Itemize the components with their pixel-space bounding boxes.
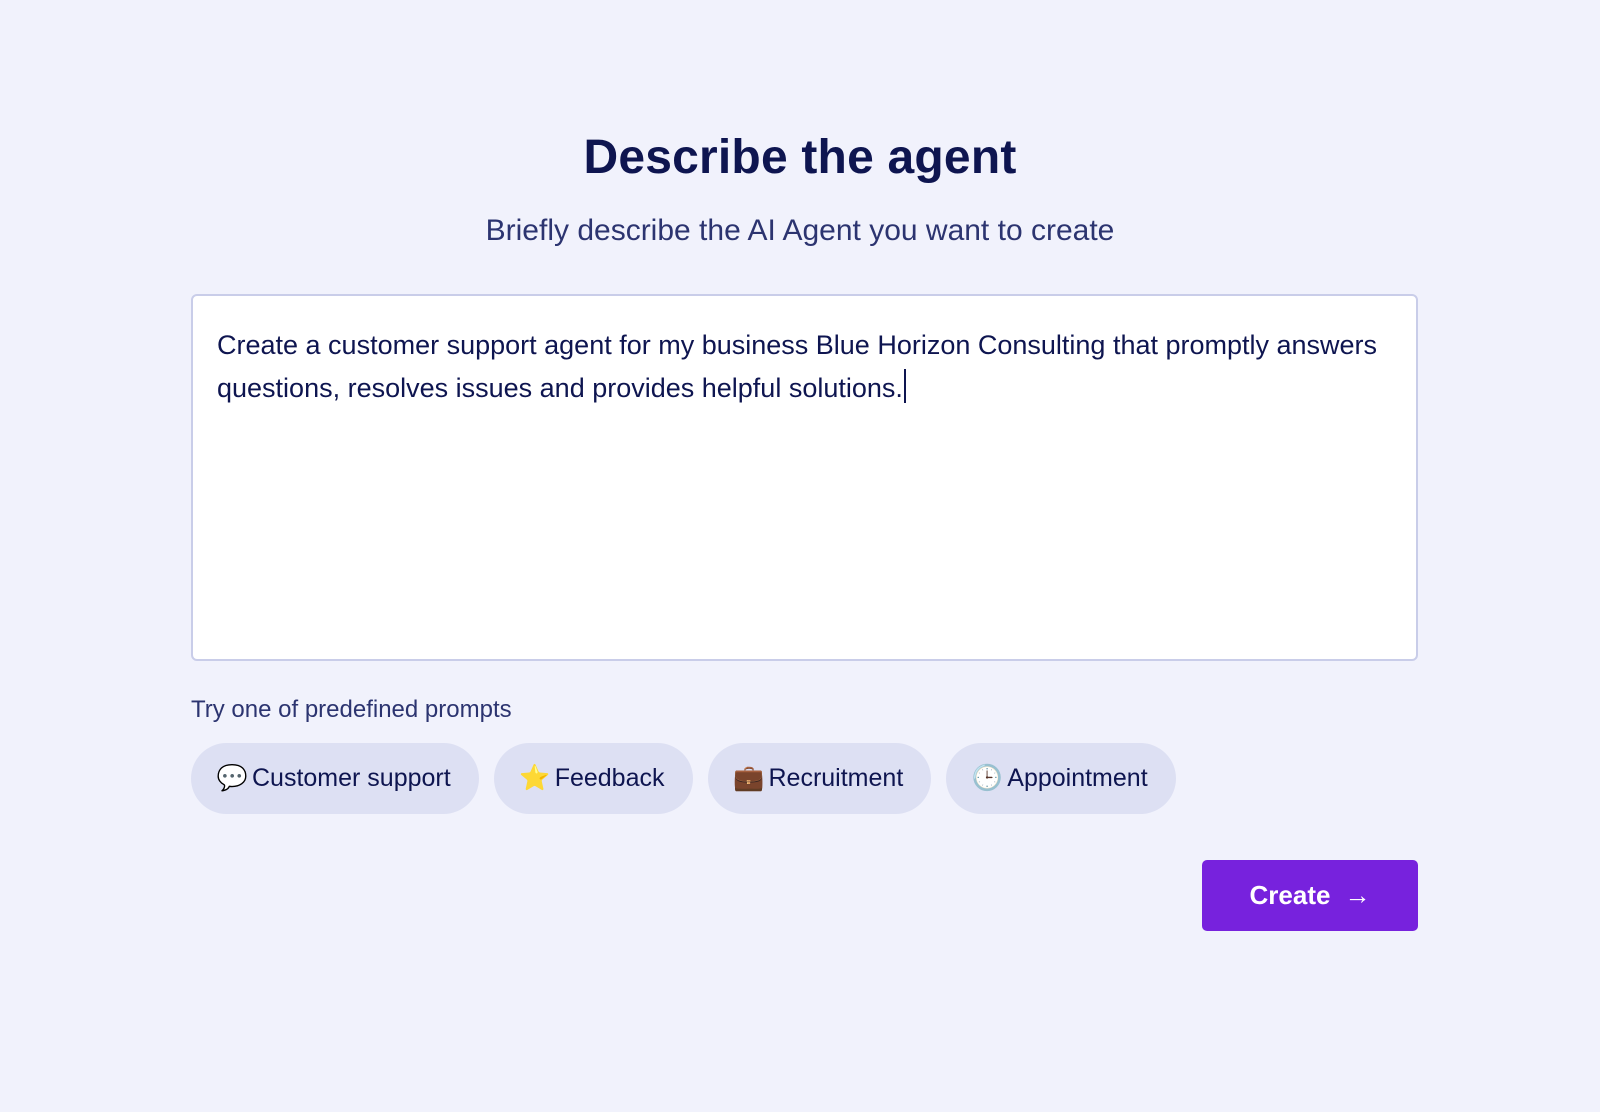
create-button-label: Create: [1249, 880, 1331, 910]
prompt-chip-recruitment[interactable]: 💼 Recruitment: [707, 743, 932, 814]
predefined-prompts-label: Try one of predefined prompts: [191, 696, 512, 723]
prompt-chip-customer-support[interactable]: 💬 Customer support: [191, 743, 479, 814]
page-subtitle: Briefly describe the AI Agent you want t…: [485, 214, 1115, 247]
prompt-chip-label: Recruitment: [768, 764, 904, 792]
prompt-chip-appointment[interactable]: 🕒 Appointment: [946, 743, 1176, 814]
agent-description-page: Describe the agent Briefly describe the …: [0, 0, 1600, 1112]
speech-bubble-icon: 💬: [216, 764, 248, 792]
arrow-right-icon: →: [1344, 880, 1371, 910]
clock-icon: 🕒: [971, 764, 1003, 792]
create-button[interactable]: Create →: [1202, 860, 1418, 931]
star-icon: ⭐: [519, 764, 551, 792]
briefcase-icon: 💼: [732, 764, 765, 792]
agent-description-textarea[interactable]: Create a customer support agent for my b…: [191, 294, 1418, 661]
prompt-chip-label: Appointment: [1007, 764, 1148, 792]
prompt-chip-label: Customer support: [252, 764, 451, 792]
predefined-prompts-list: 💬 Customer support ⭐ Feedback 💼 Recruitm…: [191, 743, 1176, 814]
prompt-chip-feedback[interactable]: ⭐ Feedback: [493, 743, 693, 814]
prompt-chip-label: Feedback: [554, 764, 665, 792]
agent-description-text: Create a customer support agent for my b…: [217, 330, 1385, 403]
page-title: Describe the agent: [583, 131, 1017, 184]
text-caret: [903, 369, 906, 403]
